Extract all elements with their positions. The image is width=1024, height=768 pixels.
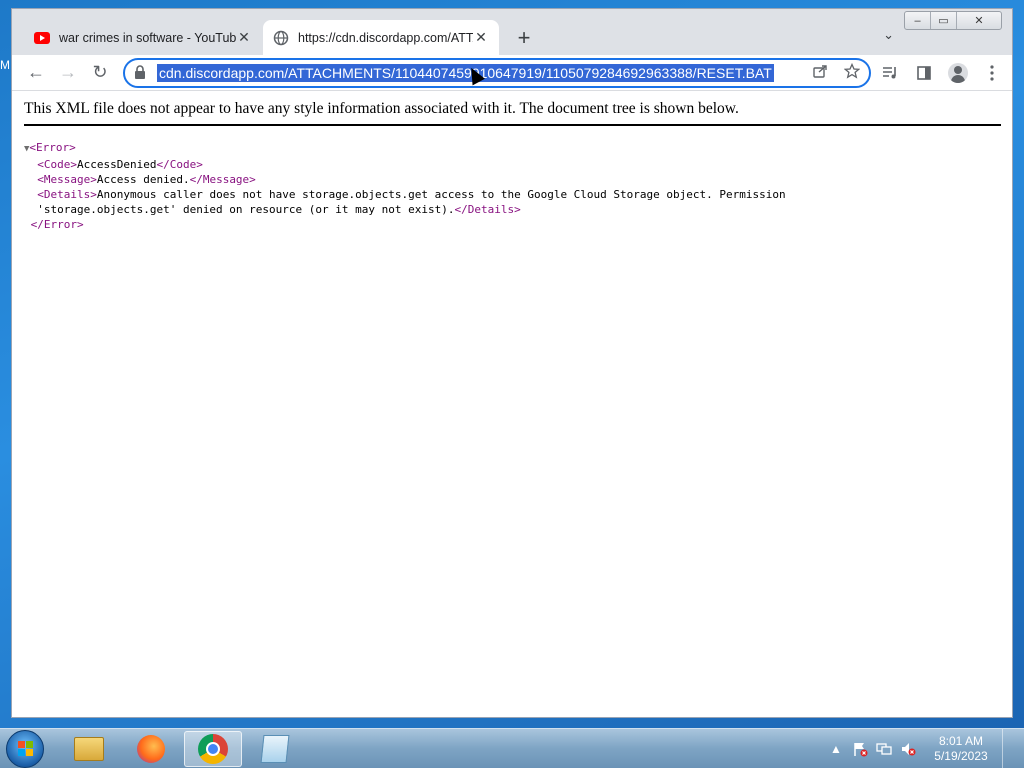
windows-logo-icon [18,741,34,757]
taskbar-file-explorer[interactable] [60,731,118,767]
code-open-tag: <Code> [37,158,77,171]
tab-search-icon[interactable]: ⌄ [883,27,894,43]
taskbar-firefox[interactable] [122,731,180,767]
code-close-tag: </Code> [156,158,203,171]
tab-strip: war crimes in software - YouTube ✕ https… [12,9,1012,55]
details-value-line1: Anonymous caller does not have storage.o… [96,188,786,201]
tab-discord-cdn[interactable]: https://cdn.discordapp.com/ATTA ✕ [263,20,499,55]
globe-icon [273,30,289,46]
volume-muted-icon[interactable] [900,741,916,757]
menu-kebab-icon[interactable] [976,57,1008,89]
page-content: This XML file does not appear to have an… [12,91,1012,717]
xml-style-notice: This XML file does not appear to have an… [24,100,1001,126]
taskbar-notepad[interactable] [246,731,304,767]
browser-toolbar: ← → ↻ cdn.discordapp.com/ATTACHMENTS/110… [12,55,1012,91]
media-controls-icon[interactable] [874,57,906,89]
details-close-tag: </Details> [454,203,521,216]
youtube-icon [34,30,50,46]
close-window-button[interactable]: ✕ [957,12,1001,29]
notepad-icon [260,735,290,763]
bookmark-star-icon[interactable] [841,62,863,83]
system-tray: ▲ 8:01 AM 5/19/2023 [824,729,1024,768]
lock-icon[interactable] [125,64,155,82]
details-open-tag: <Details> [37,188,97,201]
side-panel-icon[interactable] [908,57,940,89]
close-tab-icon[interactable]: ✕ [473,29,489,46]
details-value-line2: 'storage.objects.get' denied on resource… [37,203,455,216]
firefox-icon [137,735,165,763]
code-value: AccessDenied [77,158,157,171]
tab-youtube[interactable]: war crimes in software - YouTube ✕ [24,20,262,55]
clock-date: 5/19/2023 [934,749,988,763]
browser-window: war crimes in software - YouTube ✕ https… [11,8,1013,718]
address-bar[interactable]: cdn.discordapp.com/ATTACHMENTS/110440745… [123,58,871,88]
taskbar: ▲ 8:01 AM 5/19/2023 [0,728,1024,768]
clock-time: 8:01 AM [938,734,984,748]
message-value: Access denied. [96,173,190,186]
window-controls: – ▭ ✕ [904,11,1002,30]
message-open-tag: <Message> [37,173,97,186]
profile-icon[interactable] [942,57,974,89]
folder-icon [74,737,104,761]
taskbar-clock[interactable]: 8:01 AM 5/19/2023 [926,734,996,764]
network-icon[interactable] [876,741,892,757]
tab-title: https://cdn.discordapp.com/ATTA [298,30,473,45]
reload-button[interactable]: ↻ [84,57,116,89]
xml-tree: ▼<Error> <Code>AccessDenied</Code> <Mess… [24,140,786,232]
close-tab-icon[interactable]: ✕ [236,29,252,46]
error-open-tag: <Error> [29,141,76,154]
taskbar-chrome[interactable] [184,731,242,767]
new-tab-button[interactable]: + [512,25,536,51]
minimize-button[interactable]: – [905,12,931,29]
error-close-tag: </Error> [30,218,84,231]
forward-button[interactable]: → [52,57,84,89]
tab-title: war crimes in software - YouTube [59,30,236,45]
show-hidden-icons-icon[interactable]: ▲ [828,741,844,757]
action-center-flag-icon[interactable] [852,741,868,757]
message-close-tag: </Message> [189,173,256,186]
share-icon[interactable] [809,63,831,83]
back-button[interactable]: ← [20,57,52,89]
start-button[interactable] [6,730,44,768]
restore-button[interactable]: ▭ [931,12,957,29]
show-desktop-button[interactable] [1002,729,1016,768]
chrome-icon [198,734,228,764]
